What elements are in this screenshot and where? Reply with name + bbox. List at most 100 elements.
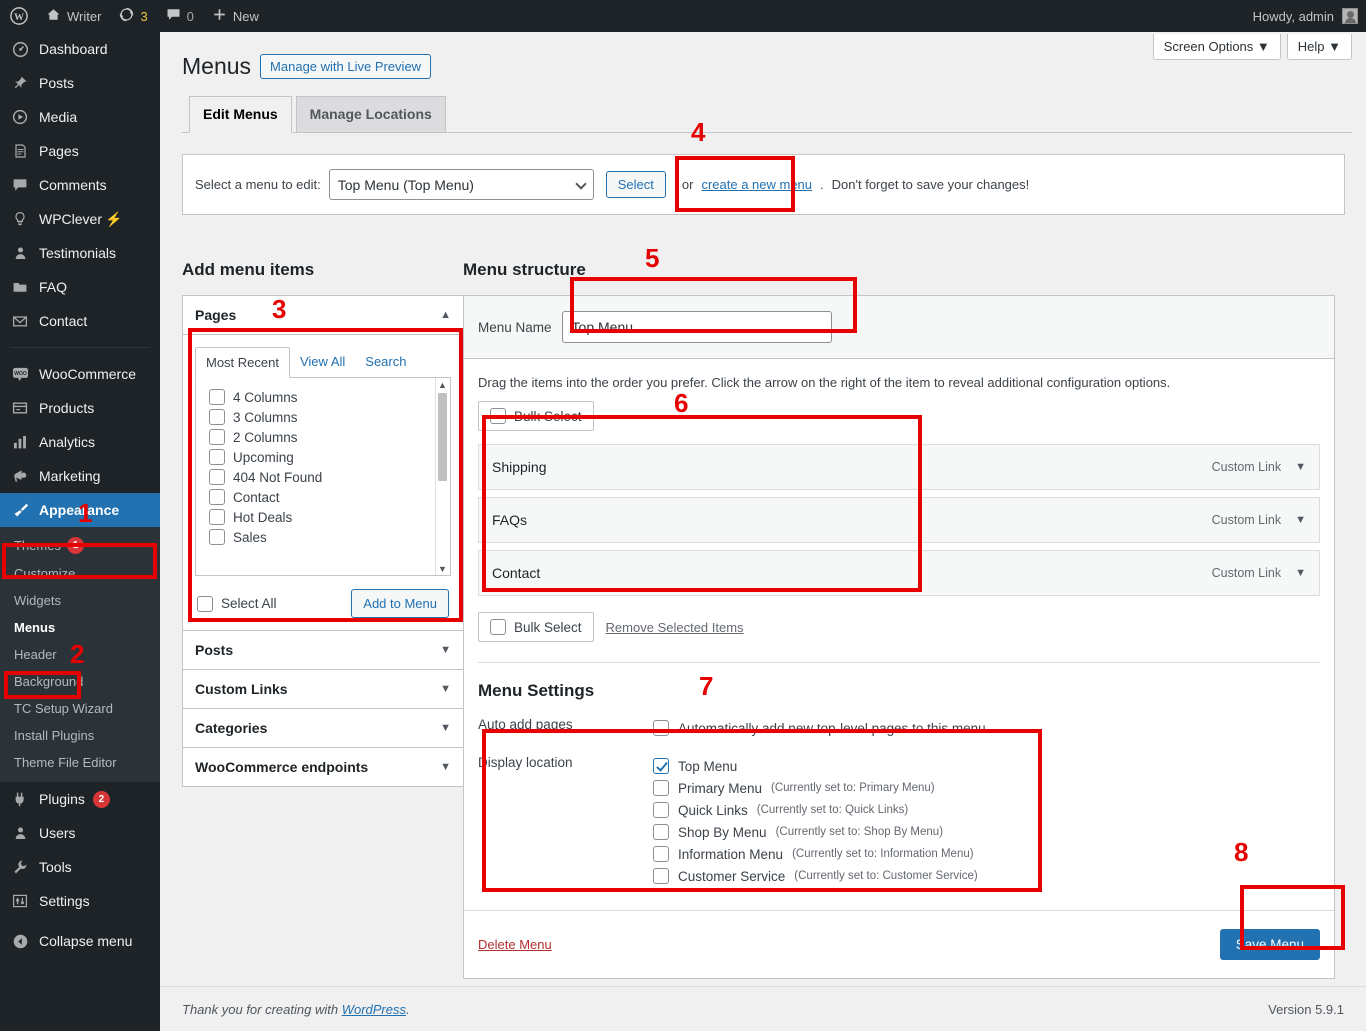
screen-options-button[interactable]: Screen Options ▼ [1152, 34, 1281, 60]
location-checkbox[interactable] [653, 780, 669, 796]
pages-accordion-header[interactable]: Pages ▲ [183, 296, 463, 335]
chevron-down-icon[interactable]: ▼ [1295, 461, 1306, 473]
sidebar-subitem-widgets[interactable]: Widgets [0, 587, 160, 614]
sidebar-subitem-menus[interactable]: Menus [0, 614, 160, 641]
sidebar-item-analytics[interactable]: Analytics [0, 425, 160, 459]
collapse-menu-button[interactable]: Collapse menu [0, 924, 160, 958]
sidebar-subitem-install-plugins[interactable]: Install Plugins [0, 722, 160, 749]
sidebar-item-tools[interactable]: Tools [0, 850, 160, 884]
help-button[interactable]: Help ▼ [1286, 34, 1352, 60]
location-checkbox[interactable] [653, 824, 669, 840]
sidebar-item-testimonials[interactable]: Testimonials [0, 236, 160, 270]
list-item[interactable]: Hot Deals [196, 507, 450, 527]
scroll-down-icon[interactable]: ▼ [438, 562, 447, 575]
site-name-menu[interactable]: Writer [37, 0, 110, 32]
page-checkbox[interactable] [209, 429, 225, 445]
chevron-down-icon[interactable]: ▼ [440, 761, 451, 773]
sidebar-item-marketing[interactable]: Marketing [0, 459, 160, 493]
sidebar-item-dashboard[interactable]: Dashboard [0, 32, 160, 66]
auto-add-option[interactable]: Automatically add new top-level pages to… [653, 717, 986, 739]
sidebar-item-woocommerce[interactable]: WOO WooCommerce [0, 357, 160, 391]
categories-accordion-header[interactable]: Categories ▼ [183, 709, 463, 747]
sidebar-item-users[interactable]: Users [0, 816, 160, 850]
location-checkbox[interactable] [653, 802, 669, 818]
save-menu-button[interactable]: Save Menu [1219, 929, 1320, 960]
menu-name-input[interactable] [561, 311, 832, 343]
manage-with-live-preview-button[interactable]: Manage with Live Preview [260, 54, 432, 80]
menu-select-dropdown[interactable]: Top Menu (Top Menu) [328, 169, 594, 201]
tab-edit-menus[interactable]: Edit Menus [189, 95, 292, 134]
chevron-down-icon[interactable]: ▼ [440, 722, 451, 734]
tab-manage-locations[interactable]: Manage Locations [295, 95, 446, 134]
bulk-select-checkbox[interactable] [490, 619, 506, 635]
location-option-shop-by-menu[interactable]: Shop By Menu (Currently set to: Shop By … [653, 821, 978, 843]
page-checkbox[interactable] [209, 509, 225, 525]
wordpress-logo-icon[interactable]: W [0, 0, 37, 32]
chevron-down-icon[interactable]: ▼ [1295, 567, 1306, 579]
location-option-primary-menu[interactable]: Primary Menu (Currently set to: Primary … [653, 777, 978, 799]
list-item[interactable]: 404 Not Found [196, 467, 450, 487]
list-item[interactable]: 2 Columns [196, 427, 450, 447]
account-menu[interactable]: Howdy, admin [1253, 8, 1366, 24]
location-option-top-menu[interactable]: Top Menu [653, 755, 978, 777]
comments-menu[interactable]: 0 [157, 0, 203, 32]
location-option-quick-links[interactable]: Quick Links (Currently set to: Quick Lin… [653, 799, 978, 821]
chevron-down-icon[interactable]: ▼ [1295, 514, 1306, 526]
sidebar-item-wpclever[interactable]: WPClever ⚡ [0, 202, 160, 236]
posts-accordion-header[interactable]: Posts ▼ [183, 631, 463, 669]
sidebar-subitem-theme-file-editor[interactable]: Theme File Editor [0, 749, 160, 776]
tab-view-all[interactable]: View All [290, 347, 355, 378]
list-item[interactable]: 4 Columns [196, 387, 450, 407]
sidebar-item-products[interactable]: Products [0, 391, 160, 425]
sidebar-item-comments[interactable]: Comments [0, 168, 160, 202]
sidebar-item-pages[interactable]: Pages [0, 134, 160, 168]
wordpress-link[interactable]: WordPress [342, 1002, 406, 1017]
scroll-up-icon[interactable]: ▲ [438, 378, 447, 392]
location-checkbox[interactable] [653, 758, 669, 774]
bulk-select-top[interactable]: Bulk Select [478, 401, 594, 431]
select-all-pages[interactable]: Select All [197, 595, 277, 612]
remove-selected-items-link[interactable]: Remove Selected Items [606, 620, 744, 635]
menu-item-row[interactable]: Shipping Custom Link ▼ [478, 444, 1320, 490]
list-item[interactable]: Sales [196, 527, 450, 547]
chevron-down-icon[interactable]: ▼ [440, 683, 451, 695]
location-option-information-menu[interactable]: Information Menu (Currently set to: Info… [653, 843, 978, 865]
sidebar-subitem-tc-setup-wizard[interactable]: TC Setup Wizard [0, 695, 160, 722]
custom-links-accordion-header[interactable]: Custom Links ▼ [183, 670, 463, 708]
new-content-menu[interactable]: New [203, 0, 268, 32]
scrollbar-thumb[interactable] [438, 393, 447, 481]
sidebar-item-settings[interactable]: Settings [0, 884, 160, 918]
tab-most-recent[interactable]: Most Recent [195, 347, 290, 378]
bulk-select-checkbox[interactable] [490, 408, 506, 424]
page-checkbox[interactable] [209, 529, 225, 545]
auto-add-checkbox[interactable] [653, 720, 669, 736]
sidebar-item-faq[interactable]: FAQ [0, 270, 160, 304]
list-item[interactable]: 3 Columns [196, 407, 450, 427]
menu-item-row[interactable]: FAQs Custom Link ▼ [478, 497, 1320, 543]
list-item[interactable]: Contact [196, 487, 450, 507]
sidebar-subitem-header[interactable]: Header [0, 641, 160, 668]
sidebar-subitem-customize[interactable]: Customize [0, 560, 160, 587]
add-to-menu-button[interactable]: Add to Menu [351, 589, 449, 618]
pages-list-scrollbar[interactable]: ▲ ▼ [435, 378, 449, 575]
page-checkbox[interactable] [209, 389, 225, 405]
page-checkbox[interactable] [209, 489, 225, 505]
location-checkbox[interactable] [653, 846, 669, 862]
updates-menu[interactable]: 3 [110, 0, 156, 32]
menu-item-row[interactable]: Contact Custom Link ▼ [478, 550, 1320, 596]
sidebar-item-media[interactable]: Media [0, 100, 160, 134]
tab-search[interactable]: Search [355, 347, 416, 378]
sidebar-subitem-background[interactable]: Background [0, 668, 160, 695]
list-item[interactable]: Upcoming [196, 447, 450, 467]
select-button[interactable]: Select [605, 171, 666, 199]
chevron-up-icon[interactable]: ▲ [440, 309, 451, 321]
sidebar-item-posts[interactable]: Posts [0, 66, 160, 100]
select-all-checkbox[interactable] [197, 595, 213, 612]
bulk-select-bottom[interactable]: Bulk Select [478, 612, 594, 642]
create-a-new-menu-link[interactable]: create a new menu [701, 177, 812, 192]
sidebar-item-appearance[interactable]: Appearance [0, 493, 160, 527]
page-checkbox[interactable] [209, 449, 225, 465]
chevron-down-icon[interactable]: ▼ [440, 644, 451, 656]
sidebar-subitem-themes[interactable]: Themes 1 [0, 531, 160, 560]
location-option-customer-service[interactable]: Customer Service (Currently set to: Cust… [653, 865, 978, 887]
